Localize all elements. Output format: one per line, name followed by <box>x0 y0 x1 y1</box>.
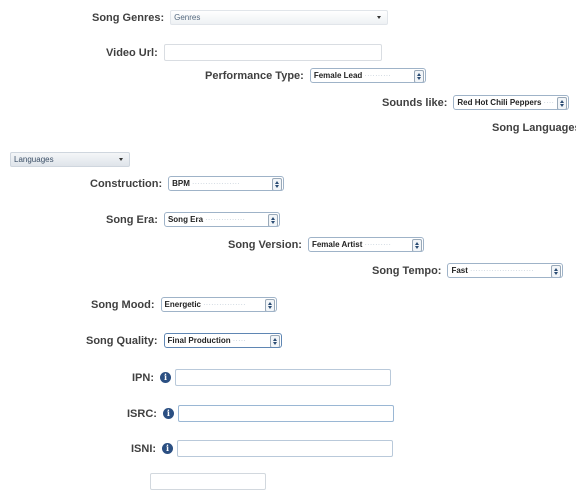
isni-label: ISNI: <box>131 442 157 455</box>
info-icon[interactable]: i <box>160 372 171 383</box>
sounds-like-label: Sounds like: <box>382 96 448 109</box>
languages-value: Languages <box>14 155 54 164</box>
song-quality-select[interactable]: Final Production ····· <box>163 333 282 348</box>
song-tempo-select[interactable]: Fast ························ <box>447 263 564 278</box>
performance-type-value: Female Lead <box>313 71 363 80</box>
stepper-icon[interactable] <box>557 97 568 109</box>
song-quality-value: Final Production <box>167 336 231 345</box>
song-mood-label: Song Mood: <box>91 298 155 311</box>
genres-row: Song Genres: Genres <box>92 10 389 25</box>
song-quality-label: Song Quality: <box>86 334 158 347</box>
construction-value: BPM <box>172 179 190 188</box>
video-url-row: Video Url: <box>106 44 382 61</box>
ipn-row: IPN: i <box>132 369 391 386</box>
construction-row: Construction: BPM ·················· <box>90 176 285 191</box>
sounds-like-select[interactable]: Red Hot Chili Peppers ···· <box>453 95 570 110</box>
song-quality-row: Song Quality: Final Production ····· <box>86 333 282 348</box>
video-url-field[interactable] <box>163 44 382 61</box>
song-version-select[interactable]: Female Artist ·········· <box>307 237 424 252</box>
sounds-like-row: Sounds like: Red Hot Chili Peppers ···· <box>382 95 570 110</box>
info-icon[interactable]: i <box>162 408 174 419</box>
song-mood-value: Energetic <box>164 300 202 309</box>
song-tempo-row: Song Tempo: Fast ························ <box>372 263 564 278</box>
song-era-select[interactable]: Song Era ··············· <box>163 212 280 227</box>
song-mood-select[interactable]: Energetic ················ <box>160 297 277 312</box>
genres-value: Genres <box>174 13 201 22</box>
chevron-down-icon <box>377 16 382 19</box>
stepper-icon[interactable] <box>272 178 283 190</box>
stepper-icon[interactable] <box>413 70 424 82</box>
construction-label: Construction: <box>90 177 163 190</box>
song-mood-row: Song Mood: Energetic ················ <box>91 297 277 312</box>
isni-field[interactable] <box>177 440 394 457</box>
languages-dropdown[interactable]: Languages <box>10 152 130 167</box>
performance-type-select[interactable]: Female Lead ·········· <box>309 68 426 83</box>
genres-dropdown[interactable]: Genres <box>170 10 389 25</box>
performance-type-label: Performance Type: <box>205 69 304 82</box>
stepper-icon[interactable] <box>551 265 562 277</box>
song-era-value: Song Era <box>167 215 204 224</box>
song-tempo-value: Fast <box>451 266 468 275</box>
info-icon[interactable]: i <box>162 443 174 454</box>
song-version-label: Song Version: <box>228 238 302 251</box>
song-version-row: Song Version: Female Artist ·········· <box>228 237 424 252</box>
ipn-field[interactable] <box>175 369 391 386</box>
song-era-label: Song Era: <box>106 213 158 226</box>
stepper-icon[interactable] <box>269 335 280 347</box>
isrc-label: ISRC: <box>127 407 157 420</box>
performance-type-row: Performance Type: Female Lead ·········· <box>205 68 426 83</box>
stepper-icon[interactable] <box>267 214 278 226</box>
song-tempo-label: Song Tempo: <box>372 264 442 277</box>
isrc-field[interactable] <box>177 405 394 422</box>
genres-label: Song Genres: <box>92 11 165 24</box>
video-url-label: Video Url: <box>106 46 158 59</box>
stepper-icon[interactable] <box>264 299 275 311</box>
sounds-like-value: Red Hot Chili Peppers <box>457 98 542 107</box>
isni-row: ISNI: i <box>131 440 394 457</box>
song-version-value: Female Artist <box>311 240 363 249</box>
construction-select[interactable]: BPM ·················· <box>168 176 285 191</box>
ipn-label: IPN: <box>132 371 154 384</box>
isrc-row: ISRC: i <box>127 405 394 422</box>
chevron-down-icon <box>119 158 123 161</box>
song-era-row: Song Era: Song Era ··············· <box>106 212 280 227</box>
song-languages-label: Song Languages: <box>492 122 576 134</box>
partial-field[interactable] <box>150 473 266 490</box>
stepper-icon[interactable] <box>411 239 422 251</box>
